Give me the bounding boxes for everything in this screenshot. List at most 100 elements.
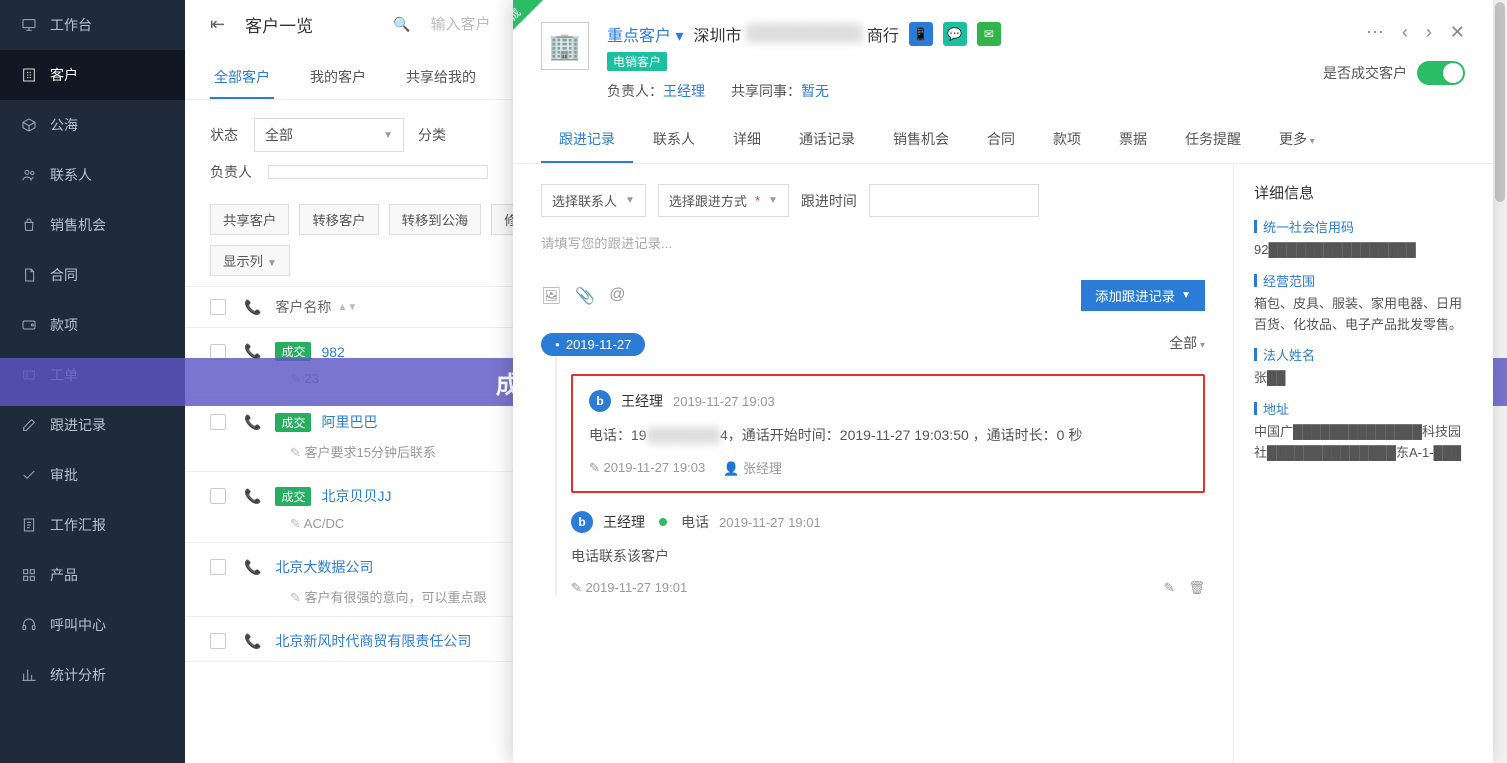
message-action-icon[interactable]: 💬 bbox=[943, 22, 967, 46]
customer-name[interactable]: 北京新风时代商贸有限责任公司 bbox=[275, 631, 471, 651]
tab-all[interactable]: 全部客户 bbox=[210, 57, 274, 99]
to-pool-button[interactable]: 转移到公海 bbox=[389, 204, 482, 235]
ptab-invoice[interactable]: 票据 bbox=[1101, 117, 1165, 163]
sort-icon: ▲▼ bbox=[337, 302, 357, 313]
mail-action-icon[interactable]: ✉ bbox=[977, 22, 1001, 46]
select-value: 全部 bbox=[265, 125, 293, 145]
page-title: 客户一览 bbox=[245, 12, 313, 37]
time-input[interactable] bbox=[869, 184, 1039, 217]
columns-button[interactable]: 显示列▼ bbox=[210, 245, 290, 276]
transfer-button[interactable]: 转移客户 bbox=[299, 204, 378, 235]
sidebar-item-report[interactable]: 工作汇报 bbox=[0, 500, 185, 550]
sidebar-item-label: 审批 bbox=[50, 465, 78, 485]
edit-time-icon: ✎ 2019-11-27 19:03 bbox=[589, 460, 705, 476]
ptab-detail[interactable]: 详细 bbox=[715, 117, 779, 163]
ptab-contract[interactable]: 合同 bbox=[969, 117, 1033, 163]
row-checkbox[interactable] bbox=[210, 559, 226, 575]
ptab-task[interactable]: 任务提醒 bbox=[1167, 117, 1259, 163]
share-link[interactable]: 暂无 bbox=[801, 83, 829, 99]
entry-author: 王经理 bbox=[621, 391, 663, 411]
sidebar-item-workbench[interactable]: 工作台 bbox=[0, 0, 185, 50]
sidebar-item-stats[interactable]: 统计分析 bbox=[0, 650, 185, 700]
deal-toggle[interactable] bbox=[1417, 61, 1465, 85]
ptab-more[interactable]: 更多 bbox=[1261, 117, 1333, 163]
owner-label: 负责人： bbox=[607, 83, 663, 99]
addr-label: 地址 bbox=[1254, 399, 1473, 418]
sidebar-item-opportunity[interactable]: 销售机会 bbox=[0, 200, 185, 250]
sidebar-item-followup[interactable]: 跟进记录 bbox=[0, 400, 185, 450]
customer-name[interactable]: 北京大数据公司 bbox=[275, 557, 373, 577]
edit-entry-icon[interactable]: ✎ bbox=[1164, 580, 1175, 596]
prev-icon[interactable]: ‹ bbox=[1402, 22, 1408, 43]
ptab-calls[interactable]: 通话记录 bbox=[781, 117, 873, 163]
monitor-icon bbox=[20, 16, 38, 34]
more-icon[interactable]: ⋯ bbox=[1366, 22, 1384, 43]
search-icon[interactable]: 🔍 bbox=[393, 16, 410, 33]
tag-text: 重点客户 bbox=[607, 28, 671, 45]
customer-name[interactable]: 北京贝贝JJ bbox=[321, 486, 391, 506]
ptab-payment[interactable]: 款项 bbox=[1035, 117, 1099, 163]
owner-select[interactable] bbox=[268, 165, 488, 179]
status-dot-icon bbox=[659, 518, 667, 526]
row-checkbox[interactable] bbox=[210, 633, 226, 649]
customer-tag-select[interactable]: 重点客户 ▾ bbox=[607, 22, 684, 46]
share-button[interactable]: 共享客户 bbox=[210, 204, 289, 235]
check-icon bbox=[20, 466, 38, 484]
sidebar-item-label: 产品 bbox=[50, 565, 78, 585]
sidebar-item-pool[interactable]: 公海 bbox=[0, 100, 185, 150]
sidebar-item-contract[interactable]: 合同 bbox=[0, 250, 185, 300]
sidebar-item-callcenter[interactable]: 呼叫中心 bbox=[0, 600, 185, 650]
phone-icon[interactable]: 📞 bbox=[244, 414, 261, 431]
ptab-opportunity[interactable]: 销售机会 bbox=[875, 117, 967, 163]
attach-at-icon[interactable]: @ bbox=[609, 286, 625, 306]
timeline-filter[interactable]: 全部 bbox=[1169, 333, 1205, 353]
row-checkbox[interactable] bbox=[210, 488, 226, 504]
sidebar-item-approve[interactable]: 审批 bbox=[0, 450, 185, 500]
scope-value: 箱包、皮具、服装、家用电器、日用百货、化妆品、电子产品批发零售。 bbox=[1254, 294, 1473, 336]
phone-icon[interactable]: 📞 bbox=[244, 559, 261, 576]
sidebar-item-product[interactable]: 产品 bbox=[0, 550, 185, 600]
status-select[interactable]: 全部▼ bbox=[254, 118, 404, 152]
owner-link[interactable]: 王经理 bbox=[663, 83, 705, 99]
scrollbar-thumb[interactable] bbox=[1495, 2, 1505, 202]
next-icon[interactable]: › bbox=[1426, 22, 1432, 43]
phone-icon[interactable]: 📞 bbox=[244, 488, 261, 505]
time-label: 跟进时间 bbox=[801, 191, 857, 211]
phone-icon[interactable]: 📞 bbox=[244, 633, 261, 650]
chart-icon bbox=[20, 666, 38, 684]
entry-body: 电话联系该客户 bbox=[571, 545, 1205, 567]
sidebar-item-payment[interactable]: 款项 bbox=[0, 300, 185, 350]
sidebar-item-customers[interactable]: 客户 bbox=[0, 50, 185, 100]
share-label: 共享同事： bbox=[731, 83, 801, 99]
scope-label: 经营范围 bbox=[1254, 271, 1473, 290]
sidebar-item-label: 销售机会 bbox=[50, 215, 106, 235]
collapse-menu-icon[interactable]: ⇤ bbox=[210, 14, 225, 35]
edit-time-icon: ✎ 2019-11-27 19:01 bbox=[571, 580, 687, 596]
customer-name[interactable]: 阿里巴巴 bbox=[321, 412, 377, 432]
select-all-checkbox[interactable] bbox=[210, 299, 226, 315]
window-controls: ⋯ ‹ › ✕ bbox=[1366, 22, 1465, 43]
add-followup-button[interactable]: 添加跟进记录▼ bbox=[1081, 280, 1205, 311]
row-checkbox[interactable] bbox=[210, 414, 226, 430]
delete-entry-icon[interactable]: 🗑 bbox=[1188, 580, 1205, 596]
bag-icon bbox=[20, 216, 38, 234]
uscc-label: 统一社会信用码 bbox=[1254, 217, 1473, 236]
ptab-followup[interactable]: 跟进记录 bbox=[541, 117, 633, 163]
company-icon: 🏢 bbox=[541, 22, 589, 70]
user-icon: 👤 张经理 bbox=[723, 458, 782, 477]
sidebar-item-label: 呼叫中心 bbox=[50, 615, 106, 635]
timeline: 全部 2019-11-27 b 王经理 2019-11-27 19:03 电话：… bbox=[541, 333, 1205, 596]
close-icon[interactable]: ✕ bbox=[1450, 22, 1465, 43]
method-select[interactable]: 选择跟进方式*▼ bbox=[658, 184, 789, 217]
ptab-contacts[interactable]: 联系人 bbox=[635, 117, 713, 163]
tab-mine[interactable]: 我的客户 bbox=[306, 57, 370, 99]
contact-select[interactable]: 选择联系人▼ bbox=[541, 184, 646, 217]
attach-image-icon[interactable]: 🖼 bbox=[541, 286, 561, 306]
attach-file-icon[interactable]: 📎 bbox=[575, 286, 595, 306]
users-icon bbox=[20, 166, 38, 184]
followup-textarea[interactable] bbox=[541, 227, 1205, 277]
phone-action-icon[interactable]: 📱 bbox=[909, 22, 933, 46]
tab-shared[interactable]: 共享给我的 bbox=[402, 57, 480, 99]
sidebar-item-label: 客户 bbox=[50, 65, 78, 85]
sidebar-item-contacts[interactable]: 联系人 bbox=[0, 150, 185, 200]
